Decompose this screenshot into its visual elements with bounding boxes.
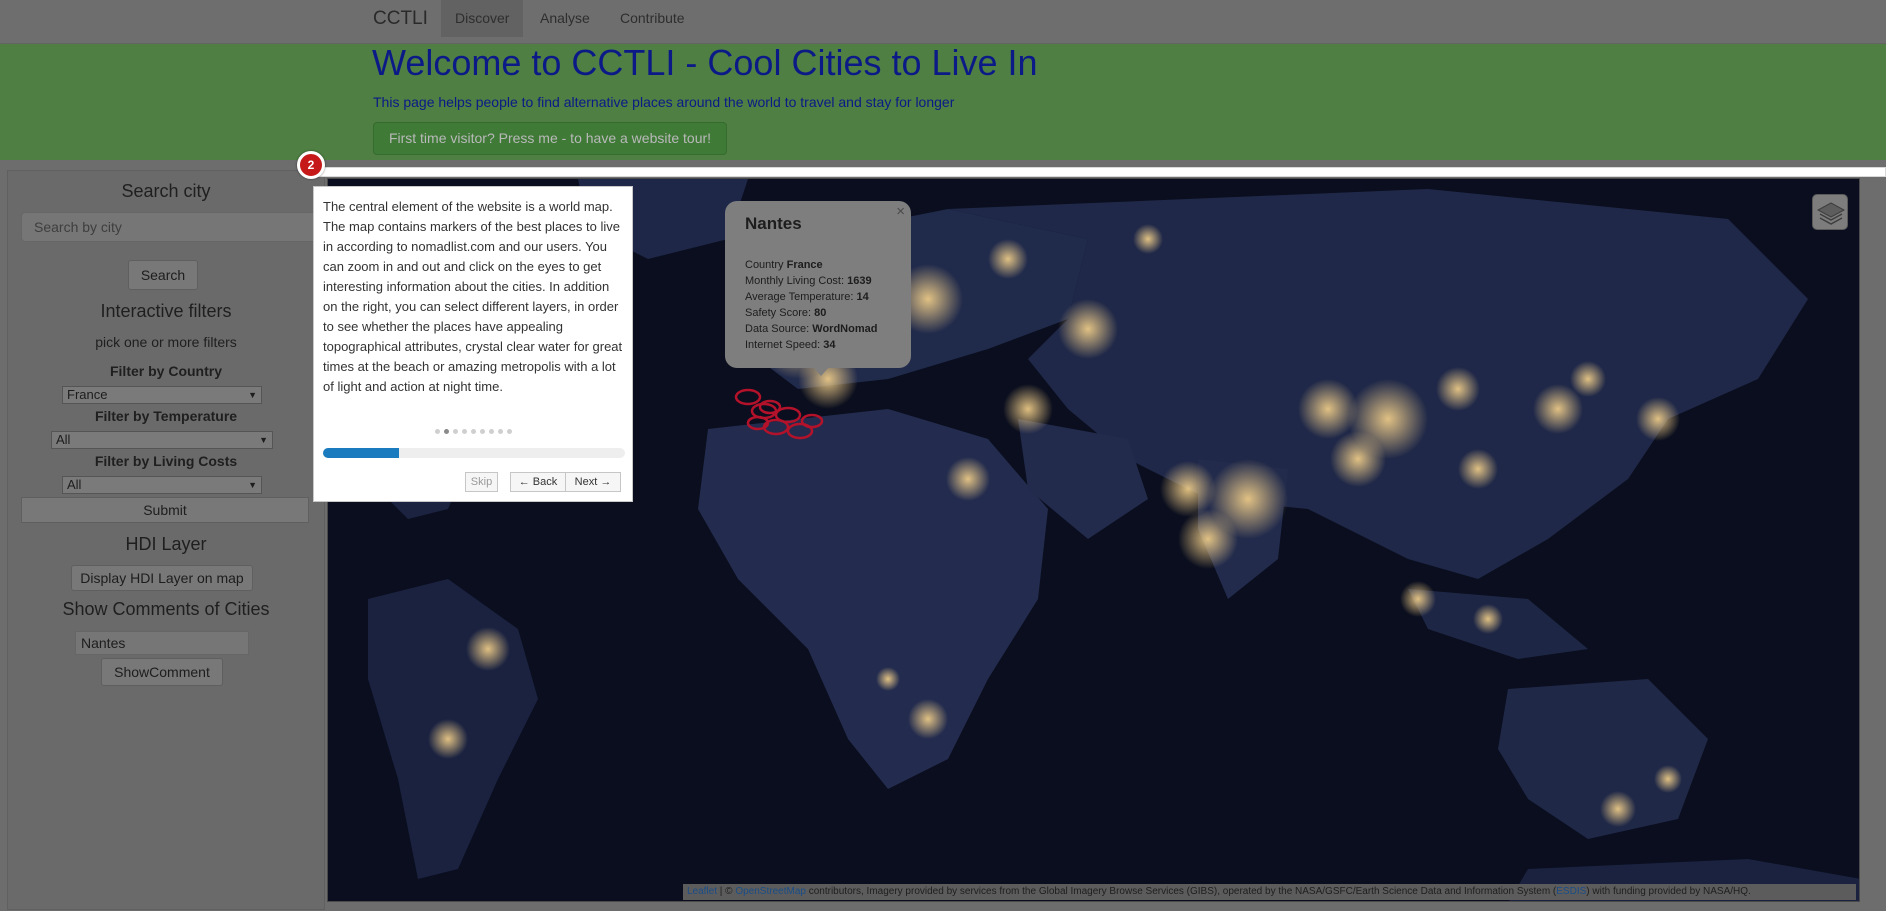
filters-hint: pick one or more filters [95, 334, 237, 350]
dropdown-arrow-icon: ▼ [248, 390, 257, 400]
popup-row-temperature: Average Temperature: 14 [745, 289, 877, 305]
popup-label: Internet Speed: [745, 339, 821, 351]
tour-next-button[interactable]: Next → [565, 472, 621, 492]
dropdown-arrow-icon: ▼ [259, 435, 268, 445]
openstreetmap-link[interactable]: OpenStreetMap [735, 886, 806, 897]
submit-filters-button[interactable]: Submit [21, 497, 309, 523]
layers-control[interactable] [1812, 194, 1848, 230]
comments-city-input[interactable]: Nantes [75, 631, 249, 655]
popup-row-internet: Internet Speed: 34 [745, 337, 877, 353]
website-tour-button[interactable]: First time visitor? Press me - to have a… [373, 122, 727, 155]
city-popup: Nantes × Country France Monthly Living C… [725, 201, 911, 368]
temperature-select-value: All [56, 432, 71, 447]
popup-label: Data Source: [745, 323, 810, 335]
dropdown-arrow-icon: ▼ [248, 480, 257, 490]
popup-row-country: Country France [745, 257, 877, 273]
tour-dot[interactable] [443, 429, 449, 434]
hdi-layer-heading: HDI Layer [125, 534, 207, 554]
popup-label: Average Temperature: [745, 291, 854, 303]
esdis-link[interactable]: ESDIS [1556, 886, 1586, 897]
search-city-input[interactable]: Search by city [21, 212, 326, 242]
popup-value: 80 [814, 307, 827, 319]
popup-label: Safety Score: [745, 307, 812, 319]
tour-description: The central element of the website is a … [323, 199, 623, 394]
living-costs-select[interactable]: All ▼ [62, 476, 262, 494]
search-button[interactable]: Search [128, 260, 198, 290]
popup-row-living-cost: Monthly Living Cost: 1639 [745, 273, 877, 289]
tour-step-badge: 2 [297, 151, 325, 179]
popup-value: WordNomad [812, 323, 878, 335]
attribution-text-end: ) with funding provided by NASA/HQ. [1586, 886, 1751, 897]
show-comment-button[interactable]: ShowComment [101, 658, 223, 686]
search-city-heading: Search city [121, 181, 211, 201]
nav-analyse[interactable]: Analyse [526, 0, 604, 37]
attribution-sep: | © [717, 886, 736, 897]
interactive-filters-heading: Interactive filters [100, 301, 232, 321]
map-attribution: Leaflet | © OpenStreetMap contributors, … [683, 884, 1856, 900]
page-title: Welcome to CCTLI - Cool Cities to Live I… [372, 42, 1038, 83]
tour-dot[interactable] [488, 429, 494, 434]
tour-progress-fill [323, 448, 399, 458]
tour-dot[interactable] [434, 429, 440, 434]
popup-row-safety: Safety Score: 80 [745, 305, 877, 321]
attribution-text: contributors, Imagery provided by servic… [805, 886, 1557, 897]
tour-skip-button[interactable]: Skip [465, 472, 498, 492]
popup-value: 34 [823, 339, 836, 351]
tour-step-dots [314, 429, 632, 434]
popup-row-source: Data Source: WordNomad [745, 321, 877, 337]
tour-dot[interactable] [479, 429, 485, 434]
country-filter-label: Filter by Country [109, 363, 222, 379]
page-subtitle: This page helps people to find alternati… [373, 94, 955, 110]
tour-popover: The central element of the website is a … [313, 186, 633, 502]
popup-label: Monthly Living Cost: [745, 275, 845, 287]
tour-dot[interactable] [470, 429, 476, 434]
popup-details: Country France Monthly Living Cost: 1639… [745, 257, 877, 353]
show-comments-heading: Show Comments of Cities [62, 599, 270, 619]
popup-label: Country [745, 259, 784, 271]
tour-progress-bar [323, 448, 625, 458]
popup-tip [812, 366, 830, 376]
top-navbar: CCTLI Discover Analyse Contribute [0, 0, 1886, 44]
nav-contribute[interactable]: Contribute [606, 0, 699, 37]
popup-value: France [786, 259, 823, 271]
popup-value: 14 [856, 291, 869, 303]
temperature-filter-label: Filter by Temperature [94, 408, 238, 424]
tour-dot[interactable] [497, 429, 503, 434]
sidebar: Search city Search by city Search Intera… [7, 170, 326, 910]
popup-city-name: Nantes [745, 214, 802, 233]
living-costs-select-value: All [67, 477, 82, 492]
popup-value: 1639 [847, 275, 872, 287]
layers-icon [1816, 202, 1846, 225]
country-select-value: France [67, 387, 108, 402]
country-select[interactable]: France ▼ [62, 386, 262, 404]
leaflet-link[interactable]: Leaflet [687, 886, 717, 897]
tour-dot[interactable] [506, 429, 512, 434]
tour-dot[interactable] [461, 429, 467, 434]
tour-dot[interactable] [452, 429, 458, 434]
display-hdi-layer-button[interactable]: Display HDI Layer on map [71, 565, 253, 591]
living-costs-filter-label: Filter by Living Costs [94, 453, 238, 469]
tour-highlight-bar [318, 167, 1886, 177]
tour-back-button[interactable]: ← Back [510, 472, 566, 492]
close-icon[interactable]: × [896, 203, 905, 220]
nav-discover[interactable]: Discover [441, 0, 524, 37]
brand-logo[interactable]: CCTLI [373, 8, 428, 30]
temperature-select[interactable]: All ▼ [51, 431, 273, 449]
